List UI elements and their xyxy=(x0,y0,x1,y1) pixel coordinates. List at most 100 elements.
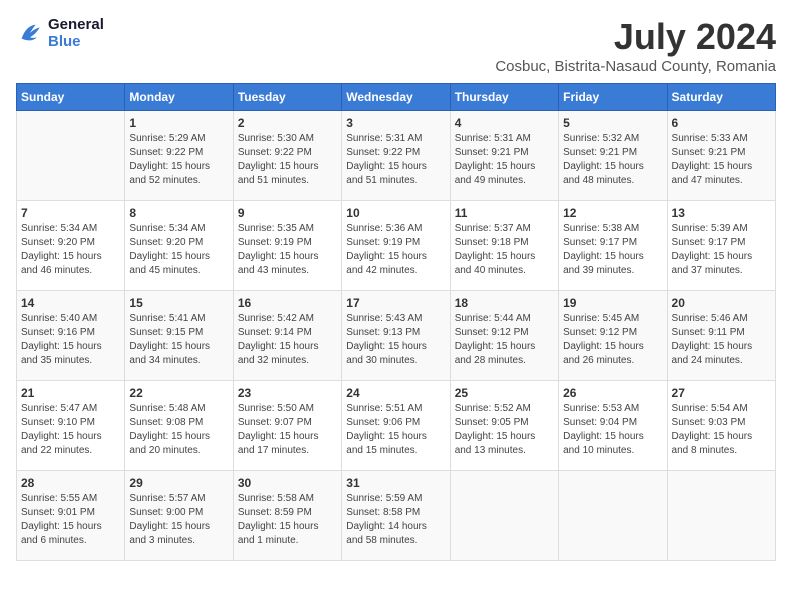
calendar-header-row: SundayMondayTuesdayWednesdayThursdayFrid… xyxy=(17,84,776,111)
day-number: 23 xyxy=(238,386,337,400)
header-tuesday: Tuesday xyxy=(233,84,341,111)
day-number: 21 xyxy=(21,386,120,400)
day-info: Sunrise: 5:34 AM Sunset: 9:20 PM Dayligh… xyxy=(21,222,120,278)
calendar-cell: 20Sunrise: 5:46 AM Sunset: 9:11 PM Dayli… xyxy=(667,291,775,381)
day-info: Sunrise: 5:32 AM Sunset: 9:21 PM Dayligh… xyxy=(563,132,662,188)
day-number: 24 xyxy=(346,386,445,400)
calendar-cell: 25 Sunrise: 5:52 AM Sunset: 9:05 PM Dayli… xyxy=(450,381,558,471)
calendar-cell: 3 Sunrise: 5:31 AM Sunset: 9:22 PM Daylig… xyxy=(342,111,450,201)
calendar-cell xyxy=(559,471,667,561)
day-number: 25 xyxy=(455,386,554,400)
day-info: Sunrise: 5:43 AM Sunset: 9:13 PM Dayligh… xyxy=(346,312,445,368)
day-number: 31 xyxy=(346,476,445,490)
logo: General Blue xyxy=(16,16,104,50)
day-info: Sunrise: 5:30 AM Sunset: 9:22 PM Dayligh… xyxy=(238,132,337,188)
calendar-week-3: 14 Sunrise: 5:40 AM Sunset: 9:16 PM Dayli… xyxy=(17,291,776,381)
calendar-cell: 16 Sunrise: 5:42 AM Sunset: 9:14 PM Dayli… xyxy=(233,291,341,381)
day-number: 29 xyxy=(129,476,228,490)
header-thursday: Thursday xyxy=(450,84,558,111)
calendar-table: SundayMondayTuesdayWednesdayThursdayFrid… xyxy=(16,83,776,561)
day-number: 18 xyxy=(455,296,554,310)
header-saturday: Saturday xyxy=(667,84,775,111)
calendar-week-2: 7 Sunrise: 5:34 AM Sunset: 9:20 PM Daylig… xyxy=(17,201,776,291)
calendar-cell: 26 Sunrise: 5:53 AM Sunset: 9:04 PM Dayli… xyxy=(559,381,667,471)
calendar-cell xyxy=(667,471,775,561)
calendar-cell: 30 Sunrise: 5:58 AM Sunset: 8:59 PM Dayli… xyxy=(233,471,341,561)
day-info: Sunrise: 5:42 AM Sunset: 9:14 PM Dayligh… xyxy=(238,312,337,368)
day-info: Sunrise: 5:55 AM Sunset: 9:01 PM Dayligh… xyxy=(21,492,120,548)
day-info: Sunrise: 5:44 AM Sunset: 9:12 PM Dayligh… xyxy=(455,312,554,368)
day-number: 14 xyxy=(21,296,120,310)
calendar-cell: 10 Sunrise: 5:36 AM Sunset: 9:19 PM Dayli… xyxy=(342,201,450,291)
page-subtitle: Cosbuc, Bistrita-Nasaud County, Romania xyxy=(495,58,776,75)
logo-text: General Blue xyxy=(48,16,104,50)
day-number: 7 xyxy=(21,206,120,220)
calendar-cell: 22Sunrise: 5:48 AM Sunset: 9:08 PM Dayli… xyxy=(125,381,233,471)
day-number: 6 xyxy=(672,116,771,130)
calendar-cell: 24 Sunrise: 5:51 AM Sunset: 9:06 PM Dayli… xyxy=(342,381,450,471)
header-monday: Monday xyxy=(125,84,233,111)
calendar-cell: 12 Sunrise: 5:38 AM Sunset: 9:17 PM Dayli… xyxy=(559,201,667,291)
calendar-week-1: 1 Sunrise: 5:29 AM Sunset: 9:22 PM Daylig… xyxy=(17,111,776,201)
day-info: Sunrise: 5:41 AM Sunset: 9:15 PM Dayligh… xyxy=(129,312,228,368)
calendar-cell: 4 Sunrise: 5:31 AM Sunset: 9:21 PM Daylig… xyxy=(450,111,558,201)
day-info: Sunrise: 5:57 AM Sunset: 9:00 PM Dayligh… xyxy=(129,492,228,548)
calendar-cell: 8Sunrise: 5:34 AM Sunset: 9:20 PM Daylig… xyxy=(125,201,233,291)
day-number: 1 xyxy=(129,116,228,130)
header-friday: Friday xyxy=(559,84,667,111)
day-number: 3 xyxy=(346,116,445,130)
day-info: Sunrise: 5:59 AM Sunset: 8:58 PM Dayligh… xyxy=(346,492,445,548)
day-number: 26 xyxy=(563,386,662,400)
day-info: Sunrise: 5:46 AM Sunset: 9:11 PM Dayligh… xyxy=(672,312,771,368)
day-number: 30 xyxy=(238,476,337,490)
day-info: Sunrise: 5:51 AM Sunset: 9:06 PM Dayligh… xyxy=(346,402,445,458)
calendar-cell: 11 Sunrise: 5:37 AM Sunset: 9:18 PM Dayli… xyxy=(450,201,558,291)
day-info: Sunrise: 5:35 AM Sunset: 9:19 PM Dayligh… xyxy=(238,222,337,278)
day-info: Sunrise: 5:29 AM Sunset: 9:22 PM Dayligh… xyxy=(129,132,228,188)
day-info: Sunrise: 5:50 AM Sunset: 9:07 PM Dayligh… xyxy=(238,402,337,458)
day-info: Sunrise: 5:58 AM Sunset: 8:59 PM Dayligh… xyxy=(238,492,337,548)
logo-icon xyxy=(16,19,44,47)
day-number: 11 xyxy=(455,206,554,220)
calendar-cell: 28Sunrise: 5:55 AM Sunset: 9:01 PM Dayli… xyxy=(17,471,125,561)
day-info: Sunrise: 5:38 AM Sunset: 9:17 PM Dayligh… xyxy=(563,222,662,278)
calendar-cell: 23 Sunrise: 5:50 AM Sunset: 9:07 PM Dayli… xyxy=(233,381,341,471)
calendar-cell: 18 Sunrise: 5:44 AM Sunset: 9:12 PM Dayli… xyxy=(450,291,558,381)
calendar-cell: 7 Sunrise: 5:34 AM Sunset: 9:20 PM Daylig… xyxy=(17,201,125,291)
day-number: 5 xyxy=(563,116,662,130)
calendar-cell: 6Sunrise: 5:33 AM Sunset: 9:21 PM Daylig… xyxy=(667,111,775,201)
calendar-cell: 9 Sunrise: 5:35 AM Sunset: 9:19 PM Daylig… xyxy=(233,201,341,291)
day-number: 9 xyxy=(238,206,337,220)
header-wednesday: Wednesday xyxy=(342,84,450,111)
day-number: 13 xyxy=(672,206,771,220)
day-number: 15 xyxy=(129,296,228,310)
day-number: 17 xyxy=(346,296,445,310)
calendar-cell: 29 Sunrise: 5:57 AM Sunset: 9:00 PM Dayli… xyxy=(125,471,233,561)
header-sunday: Sunday xyxy=(17,84,125,111)
day-number: 8 xyxy=(129,206,228,220)
day-info: Sunrise: 5:40 AM Sunset: 9:16 PM Dayligh… xyxy=(21,312,120,368)
day-info: Sunrise: 5:52 AM Sunset: 9:05 PM Dayligh… xyxy=(455,402,554,458)
day-number: 12 xyxy=(563,206,662,220)
calendar-cell: 21Sunrise: 5:47 AM Sunset: 9:10 PM Dayli… xyxy=(17,381,125,471)
title-block: July 2024 Cosbuc, Bistrita-Nasaud County… xyxy=(495,16,776,75)
day-info: Sunrise: 5:45 AM Sunset: 9:12 PM Dayligh… xyxy=(563,312,662,368)
calendar-week-5: 28Sunrise: 5:55 AM Sunset: 9:01 PM Dayli… xyxy=(17,471,776,561)
calendar-cell: 31 Sunrise: 5:59 AM Sunset: 8:58 PM Dayli… xyxy=(342,471,450,561)
day-info: Sunrise: 5:31 AM Sunset: 9:21 PM Dayligh… xyxy=(455,132,554,188)
calendar-cell: 19Sunrise: 5:45 AM Sunset: 9:12 PM Dayli… xyxy=(559,291,667,381)
day-info: Sunrise: 5:36 AM Sunset: 9:19 PM Dayligh… xyxy=(346,222,445,278)
day-info: Sunrise: 5:39 AM Sunset: 9:17 PM Dayligh… xyxy=(672,222,771,278)
day-number: 4 xyxy=(455,116,554,130)
day-info: Sunrise: 5:53 AM Sunset: 9:04 PM Dayligh… xyxy=(563,402,662,458)
day-number: 27 xyxy=(672,386,771,400)
calendar-cell: 2Sunrise: 5:30 AM Sunset: 9:22 PM Daylig… xyxy=(233,111,341,201)
day-number: 10 xyxy=(346,206,445,220)
calendar-cell: 14 Sunrise: 5:40 AM Sunset: 9:16 PM Dayli… xyxy=(17,291,125,381)
calendar-cell: 5 Sunrise: 5:32 AM Sunset: 9:21 PM Daylig… xyxy=(559,111,667,201)
day-info: Sunrise: 5:31 AM Sunset: 9:22 PM Dayligh… xyxy=(346,132,445,188)
calendar-week-4: 21Sunrise: 5:47 AM Sunset: 9:10 PM Dayli… xyxy=(17,381,776,471)
day-number: 16 xyxy=(238,296,337,310)
day-info: Sunrise: 5:37 AM Sunset: 9:18 PM Dayligh… xyxy=(455,222,554,278)
day-number: 22 xyxy=(129,386,228,400)
